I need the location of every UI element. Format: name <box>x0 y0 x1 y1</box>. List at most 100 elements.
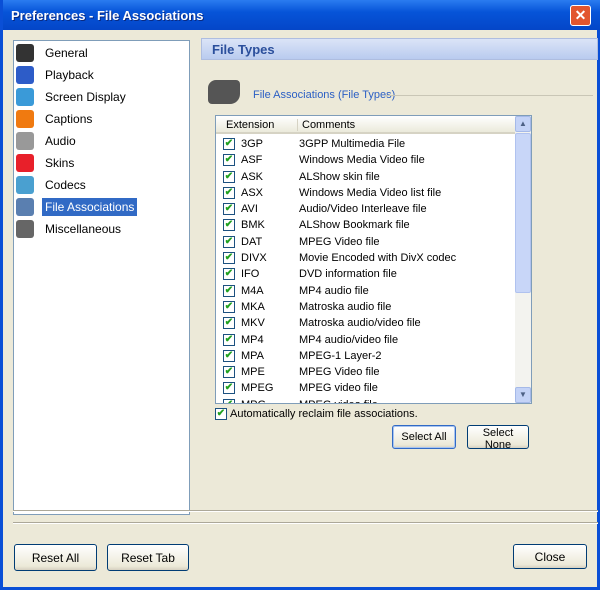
table-row[interactable]: ✔ BMK ALShow Bookmark file <box>216 217 516 233</box>
nav-item-playback[interactable]: Playback <box>16 65 97 85</box>
playback-icon <box>16 66 34 84</box>
title-bar: Preferences - File Associations <box>3 0 600 30</box>
comment-cell: Windows Media Video list file <box>299 186 442 199</box>
comment-cell: Matroska audio/video file <box>299 317 421 330</box>
table-row[interactable]: ✔ DAT MPEG Video file <box>216 234 516 250</box>
nav-item-label: General <box>45 46 88 60</box>
extension-cell: MKA <box>241 300 265 313</box>
row-checkbox[interactable]: ✔ <box>223 186 235 199</box>
row-checkbox[interactable]: ✔ <box>223 398 235 403</box>
comment-cell: MPEG video file <box>299 399 378 403</box>
divider <box>13 522 598 524</box>
column-header-comments[interactable]: Comments <box>297 119 355 131</box>
list-header: Extension Comments <box>216 116 516 134</box>
comment-cell: Audio/Video Interleave file <box>299 203 427 216</box>
table-row[interactable]: ✔ MPEG MPEG video file <box>216 380 516 396</box>
nav-item-screen-display[interactable]: Screen Display <box>16 87 129 107</box>
extension-cell: ASK <box>241 170 264 183</box>
nav-item-label: Codecs <box>45 178 86 192</box>
table-row[interactable]: ✔ 3GP 3GPP Multimedia File <box>216 136 516 152</box>
table-row[interactable]: ✔ MPG MPEG video file <box>216 397 516 403</box>
file-types-list[interactable]: Extension Comments ✔ 3GP 3GPP Multimedia F… <box>215 115 532 404</box>
table-row[interactable]: ✔ MKV Matroska audio/video file <box>216 315 516 331</box>
group-label: File Associations (File Types) <box>253 89 396 101</box>
comment-cell: MP4 audio file <box>299 284 369 297</box>
comment-cell: MPEG Video file <box>299 366 380 379</box>
table-row[interactable]: ✔ AVI Audio/Video Interleave file <box>216 201 516 217</box>
divider <box>13 510 598 512</box>
captions-icon <box>16 110 34 128</box>
table-row[interactable]: ✔ MP4 MP4 audio/video file <box>216 332 516 348</box>
codecs-icon <box>16 176 34 194</box>
reset-tab-button[interactable]: Reset Tab <box>107 544 189 571</box>
table-row[interactable]: ✔ ASX Windows Media Video list file <box>216 185 516 201</box>
nav-item-codecs[interactable]: Codecs <box>16 175 89 195</box>
table-row[interactable]: ✔ MPE MPEG Video file <box>216 364 516 380</box>
skins-icon <box>16 154 34 172</box>
extension-cell: IFO <box>241 268 260 281</box>
comment-cell: MP4 audio/video file <box>299 333 399 346</box>
table-row[interactable]: ✔ MKA Matroska audio file <box>216 299 516 315</box>
table-row[interactable]: ✔ IFO DVD information file <box>216 266 516 282</box>
extension-cell: ASX <box>241 186 264 199</box>
row-checkbox[interactable]: ✔ <box>223 300 235 313</box>
extension-cell: MPE <box>241 366 265 379</box>
nav-item-file-associations[interactable]: File Associations <box>16 197 138 217</box>
extension-cell: MKV <box>241 317 265 330</box>
column-header-extension[interactable]: Extension <box>226 119 274 131</box>
comment-cell: MPEG-1 Layer-2 <box>299 349 382 362</box>
list-scrollbar[interactable]: ▲ ▼ <box>515 116 531 403</box>
comment-cell: Movie Encoded with DivX codec <box>299 252 457 265</box>
row-checkbox[interactable]: ✔ <box>223 252 235 265</box>
row-checkbox[interactable]: ✔ <box>223 382 235 395</box>
row-checkbox[interactable]: ✔ <box>223 154 235 167</box>
table-row[interactable]: ✔ ASF Windows Media Video file <box>216 152 516 168</box>
row-checkbox[interactable]: ✔ <box>223 366 235 379</box>
reset-all-button[interactable]: Reset All <box>14 544 97 571</box>
extension-cell: AVI <box>241 203 258 216</box>
row-checkbox[interactable]: ✔ <box>223 138 235 150</box>
nav-item-label: Skins <box>45 156 75 170</box>
nav-item-skins[interactable]: Skins <box>16 153 77 173</box>
row-checkbox[interactable]: ✔ <box>223 170 235 183</box>
group-divider <box>385 95 593 96</box>
scroll-down-button[interactable]: ▼ <box>515 387 531 403</box>
table-row[interactable]: ✔ DIVX Movie Encoded with DivX codec <box>216 250 516 266</box>
scroll-up-button[interactable]: ▲ <box>515 116 531 132</box>
row-checkbox[interactable]: ✔ <box>223 235 235 248</box>
nav-item-captions[interactable]: Captions <box>16 109 95 129</box>
scroll-thumb[interactable] <box>515 133 531 293</box>
row-checkbox[interactable]: ✔ <box>223 317 235 330</box>
nav-item-general[interactable]: General <box>16 43 91 63</box>
section-header: File Types <box>201 38 598 60</box>
comment-cell: MPEG video file <box>299 382 378 395</box>
comment-cell: Windows Media Video file <box>299 154 425 167</box>
nav-item-miscellaneous[interactable]: Miscellaneous <box>16 219 124 239</box>
nav-item-label: Miscellaneous <box>45 222 122 236</box>
comment-cell: ALShow skin file <box>299 170 380 183</box>
table-row[interactable]: ✔ MPA MPEG-1 Layer-2 <box>216 348 516 364</box>
extension-cell: DIVX <box>241 252 267 265</box>
row-checkbox[interactable]: ✔ <box>223 333 235 346</box>
auto-reclaim-checkbox[interactable]: ✔ Automatically reclaim file association… <box>215 408 418 420</box>
row-checkbox[interactable]: ✔ <box>223 349 235 362</box>
select-all-button[interactable]: Select All <box>392 425 456 449</box>
nav-item-label: Screen Display <box>45 90 126 104</box>
select-none-button[interactable]: Select None <box>467 425 529 451</box>
row-checkbox[interactable]: ✔ <box>223 268 235 281</box>
row-checkbox[interactable]: ✔ <box>223 203 235 216</box>
table-row[interactable]: ✔ ASK ALShow skin file <box>216 169 516 185</box>
close-button[interactable]: Close <box>513 544 587 569</box>
extension-cell: DAT <box>241 235 263 248</box>
row-checkbox[interactable]: ✔ <box>223 219 235 232</box>
close-window-button[interactable]: ✕ <box>570 5 591 26</box>
table-row[interactable]: ✔ M4A MP4 audio file <box>216 283 516 299</box>
extension-cell: BMK <box>241 219 265 232</box>
row-checkbox[interactable]: ✔ <box>223 284 235 297</box>
nav-item-audio[interactable]: Audio <box>16 131 79 151</box>
auto-reclaim-label: Automatically reclaim file associations. <box>230 408 418 420</box>
nav-item-label: Playback <box>45 68 94 82</box>
extension-cell: MP4 <box>241 333 264 346</box>
comment-cell: ALShow Bookmark file <box>299 219 410 232</box>
checkbox-icon[interactable]: ✔ <box>215 408 227 420</box>
